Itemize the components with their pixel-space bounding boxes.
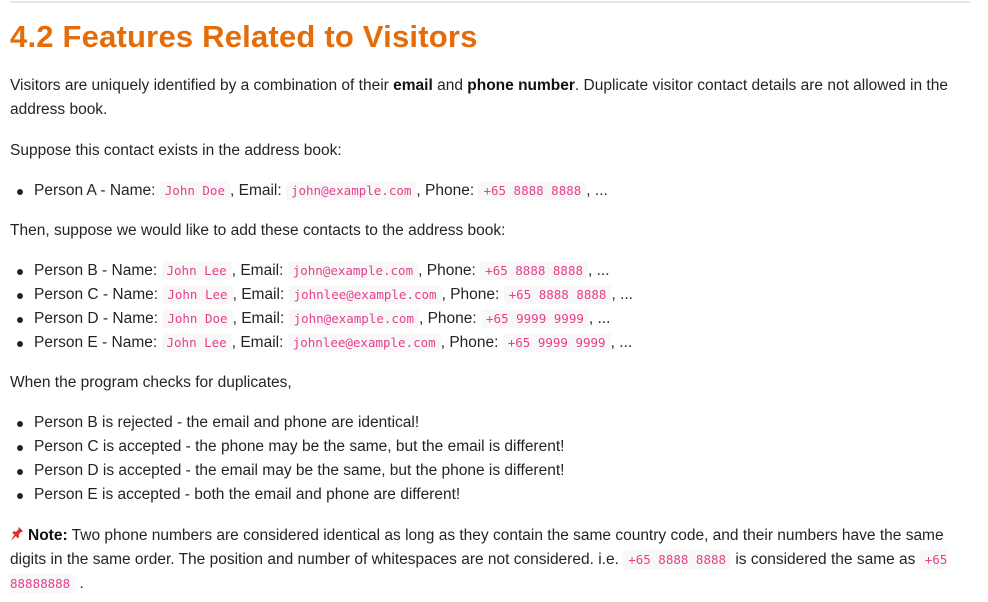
existing-contact-list: Person A - Name: John Doe, Email: john@e… <box>10 179 608 203</box>
email-label: , Email: <box>231 262 288 279</box>
person-label: Person B - Name: <box>34 262 162 279</box>
ellipsis-text: , ... <box>611 286 633 303</box>
phone-code: +65 9999 9999 <box>502 333 611 352</box>
phone-label: , Phone: <box>441 286 504 303</box>
list-item: Person C - Name: John Lee, Email: johnle… <box>10 283 633 307</box>
email-label: , Email: <box>231 334 288 351</box>
email-code: john@example.com <box>285 181 417 200</box>
phone-example-code-1: +65 8888 8888 <box>623 550 732 569</box>
intro-text-mid: and <box>432 77 468 94</box>
document-page: 4.2 Features Related to Visitors Visitor… <box>0 0 988 602</box>
ellipsis-text: , ... <box>588 310 611 327</box>
intro-text-before: Visitors are uniquely identified by a co… <box>10 77 394 94</box>
phone-label: , Phone: <box>440 334 503 351</box>
note-text-2: is considered the same as <box>731 551 920 568</box>
phone-code: +65 8888 8888 <box>480 261 589 280</box>
email-code: john@example.com <box>288 309 419 328</box>
person-label: Person A - Name: <box>34 182 160 199</box>
suppose-paragraph: Suppose this contact exists in the addre… <box>10 142 342 159</box>
intro-bold-email: email <box>393 77 433 94</box>
top-divider <box>10 1 970 3</box>
candidate-contact-list: Person B - Name: John Lee, Email: john@e… <box>10 259 633 355</box>
note-label: Note: <box>28 527 68 544</box>
person-label: Person E - Name: <box>34 334 162 351</box>
phone-label: , Phone: <box>418 310 482 327</box>
intro-paragraph: Visitors are uniquely identified by a co… <box>10 74 970 122</box>
phone-code: +65 8888 8888 <box>478 181 587 200</box>
ellipsis-text: , ... <box>610 334 633 351</box>
results-list: Person B is rejected - the email and pho… <box>10 411 564 507</box>
email-label: , Email: <box>230 182 286 199</box>
intro-bold-phone: phone number <box>467 77 575 94</box>
name-code: John Lee <box>161 261 232 280</box>
ellipsis-text: , ... <box>586 182 608 199</box>
list-item: Person A - Name: John Doe, Email: john@e… <box>10 179 608 203</box>
list-item: Person E - Name: John Lee, Email: johnle… <box>10 331 633 355</box>
name-code: John Doe <box>162 309 233 328</box>
person-label: Person D - Name: <box>34 310 163 327</box>
note-text-3: . <box>75 575 84 592</box>
email-label: , Email: <box>232 310 289 327</box>
email-code: johnlee@example.com <box>287 333 441 352</box>
name-code: John Lee <box>161 333 232 352</box>
list-item: Person C is accepted - the phone may be … <box>10 435 564 459</box>
list-item: Person D - Name: John Doe, Email: john@e… <box>10 307 633 331</box>
phone-code: +65 9999 9999 <box>481 309 589 328</box>
phone-label: , Phone: <box>416 182 479 199</box>
checks-paragraph: When the program checks for duplicates, <box>10 374 292 391</box>
list-item: Person E is accepted - both the email an… <box>10 483 564 507</box>
phone-label: , Phone: <box>418 262 481 279</box>
then-paragraph: Then, suppose we would like to add these… <box>10 222 506 239</box>
list-item: Person D is accepted - the email may be … <box>10 459 564 483</box>
email-code: johnlee@example.com <box>288 285 442 304</box>
email-code: john@example.com <box>287 261 419 280</box>
ellipsis-text: , ... <box>588 262 610 279</box>
person-label: Person C - Name: <box>34 286 163 303</box>
email-label: , Email: <box>232 286 289 303</box>
name-code: John Lee <box>162 285 233 304</box>
phone-code: +65 8888 8888 <box>503 285 612 304</box>
section-heading: 4.2 Features Related to Visitors <box>10 19 478 54</box>
note-paragraph: Note: Two phone numbers are considered i… <box>10 523 970 596</box>
list-item: Person B is rejected - the email and pho… <box>10 411 564 435</box>
list-item: Person B - Name: John Lee, Email: john@e… <box>10 259 633 283</box>
name-code: John Doe <box>159 181 230 200</box>
pushpin-icon <box>10 523 28 547</box>
